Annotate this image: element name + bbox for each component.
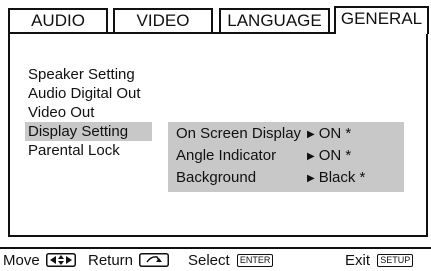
- tab-bar: AUDIO VIDEO LANGUAGE GENERAL: [0, 0, 431, 34]
- display-setting-submenu: On Screen Display ▶ ON * Angle Indicator …: [168, 122, 404, 192]
- tab-label: VIDEO: [136, 11, 190, 30]
- tab-label: AUDIO: [31, 11, 85, 30]
- four-way-arrow-icon: [45, 253, 76, 271]
- triangle-right-icon: ▶: [307, 129, 315, 140]
- menu-item-video-out[interactable]: Video Out: [28, 103, 94, 122]
- submenu-row-angle-indicator[interactable]: Angle Indicator ▶ ON *: [168, 146, 404, 166]
- submenu-row-value: Black *: [318, 169, 366, 186]
- tab-general[interactable]: GENERAL: [334, 6, 429, 34]
- hint-exit-label: Exit: [345, 252, 371, 269]
- hint-exit: Exit SETUP: [345, 252, 414, 269]
- control-hint-bar: Move Return Select ENTER Exit SETUP: [0, 247, 431, 269]
- tab-audio[interactable]: AUDIO: [8, 8, 108, 32]
- tab-video[interactable]: VIDEO: [113, 8, 213, 32]
- hint-select-label: Select: [188, 252, 230, 269]
- tab-label: GENERAL: [340, 9, 423, 28]
- submenu-row-on-screen-display[interactable]: On Screen Display ▶ ON *: [168, 124, 404, 144]
- menu-item-label: Speaker Setting: [28, 66, 135, 83]
- menu-item-label: Video Out: [28, 104, 95, 121]
- menu-item-label: Parental Lock: [28, 142, 120, 159]
- submenu-row-value: ON *: [318, 147, 352, 164]
- hint-return-label: Return: [88, 252, 134, 269]
- return-arrow-icon: [139, 253, 170, 271]
- submenu-row-value-wrap: ▶ Black *: [307, 168, 365, 190]
- triangle-right-icon: ▶: [307, 173, 315, 184]
- triangle-right-icon: ▶: [307, 151, 315, 162]
- submenu-row-background[interactable]: Background ▶ Black *: [168, 168, 404, 188]
- submenu-row-value: ON *: [318, 125, 352, 142]
- submenu-row-value-wrap: ▶ ON *: [307, 124, 351, 146]
- submenu-row-value-wrap: ▶ ON *: [307, 146, 351, 168]
- menu-item-audio-digital-out[interactable]: Audio Digital Out: [28, 84, 141, 103]
- menu-item-label: Display Setting: [28, 123, 129, 140]
- hint-move-label: Move: [3, 252, 40, 269]
- menu-item-speaker-setting[interactable]: Speaker Setting: [28, 65, 135, 84]
- tab-language[interactable]: LANGUAGE: [219, 8, 330, 32]
- enter-key-badge: ENTER: [236, 254, 274, 267]
- tab-label: LANGUAGE: [227, 11, 322, 30]
- submenu-row-label: On Screen Display: [176, 125, 302, 142]
- hint-select: Select ENTER: [188, 252, 274, 269]
- setup-key-badge: SETUP: [377, 254, 414, 267]
- menu-item-label: Audio Digital Out: [28, 85, 141, 102]
- menu-item-parental-lock[interactable]: Parental Lock: [28, 141, 120, 160]
- hint-move: Move: [3, 252, 76, 271]
- menu-item-display-setting[interactable]: Display Setting: [25, 122, 153, 141]
- submenu-row-label: Angle Indicator: [176, 147, 277, 164]
- hint-return: Return: [88, 252, 170, 271]
- submenu-row-label: Background: [176, 169, 257, 186]
